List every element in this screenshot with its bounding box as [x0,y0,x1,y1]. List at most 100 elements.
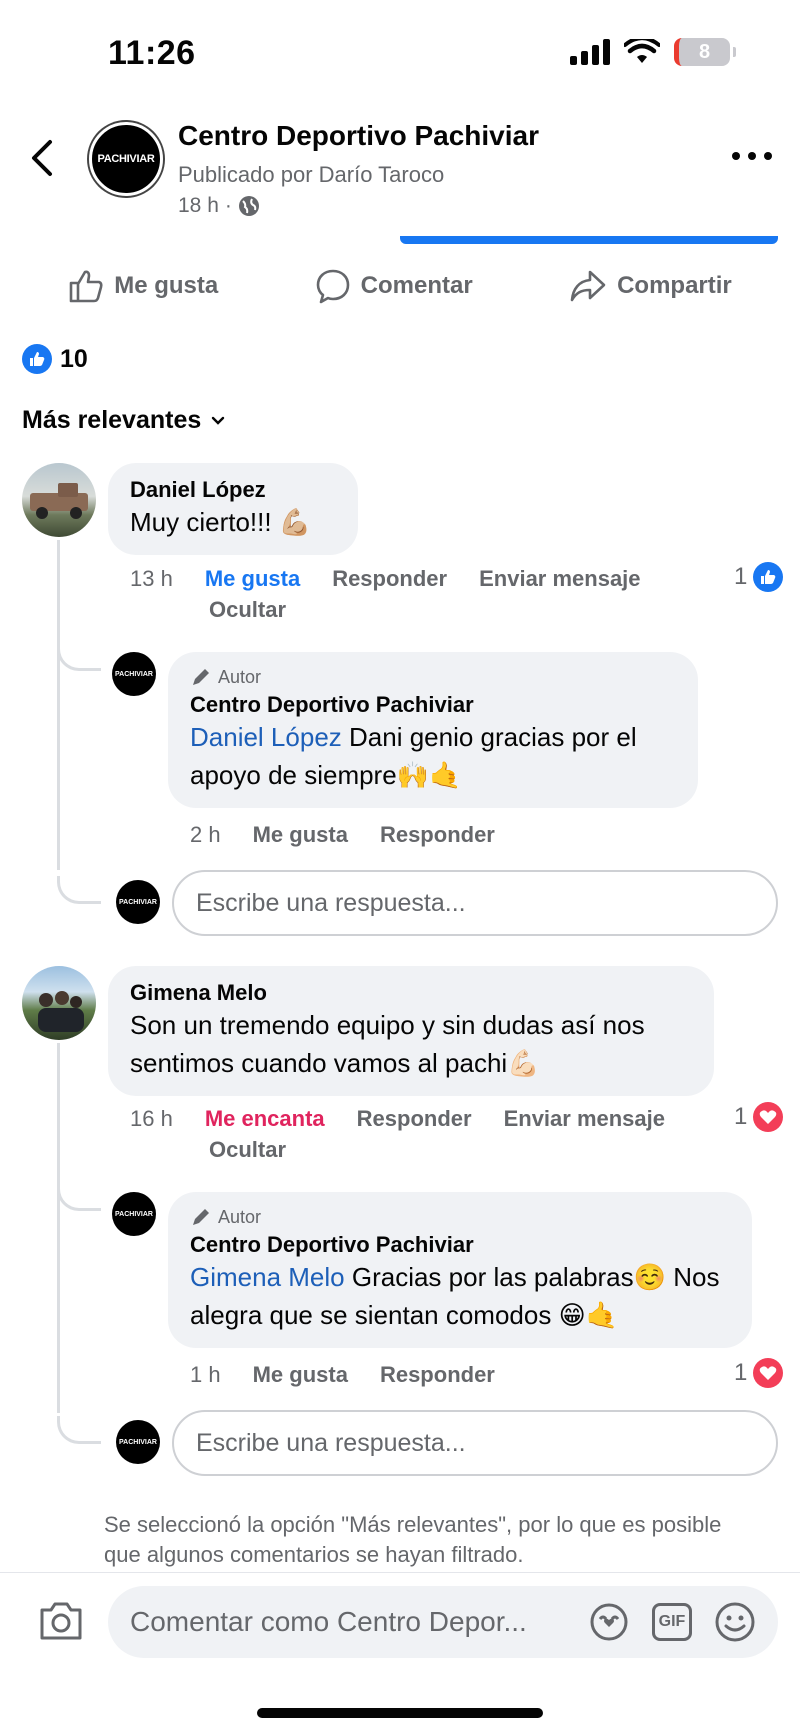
gif-icon[interactable]: GIF [652,1603,692,1641]
reply-input-avatar-logo: PACHIVIAR [119,1438,157,1446]
more-options-icon[interactable] [732,152,772,166]
comment-author[interactable]: Gimena Melo [130,980,692,1006]
reply-input[interactable]: Escribe una respuesta... [172,870,778,936]
composer-placeholder: Comentar como Centro Depor... [130,1606,527,1637]
comment-reaction-count[interactable]: 1 [734,562,784,592]
reply-avatar-logo: PACHIVIAR [115,670,153,678]
reply-avatar[interactable]: PACHIVIAR [112,652,156,696]
heart-reaction-icon [753,1358,784,1388]
reply-input-avatar: PACHIVIAR [116,880,160,924]
comment-meta: 16 h Me encanta Responder Enviar mensaje [130,1106,665,1132]
truck-photo-icon [30,483,88,519]
home-indicator [257,1708,543,1718]
comment-reaction-count[interactable]: 1 [734,1102,784,1132]
hide-comment-button[interactable]: Ocultar [209,597,286,623]
reply-reaction-count[interactable]: 1 [734,1358,784,1388]
back-arrow-icon[interactable] [26,136,62,180]
share-arrow-icon [570,270,606,302]
comment-time: 13 h [130,566,173,591]
like-button[interactable]: Me gusta [68,268,218,304]
reactions-summary[interactable]: 10 [22,344,88,374]
post-time: 18 h [178,194,219,217]
comment-composer[interactable]: Comentar como Centro Depor... GIF [108,1586,778,1658]
sort-label: Más relevantes [22,406,202,434]
pencil-icon [193,669,209,685]
page-logo-text: PACHIVIAR [97,153,155,165]
comment-author[interactable]: Daniel López [130,477,336,503]
like-reaction-icon [22,344,52,374]
thread-connector [57,1185,101,1211]
reply-author[interactable]: Centro Deportivo Pachiviar [190,1232,730,1258]
comment-reaction-number: 1 [734,1103,748,1130]
wifi-icon [624,39,660,63]
meta-separator: · [224,194,232,217]
sort-dropdown[interactable]: Más relevantes [22,406,225,435]
comment-time: 16 h [130,1106,173,1131]
reply-mention[interactable]: Daniel López [190,722,342,752]
send-message-button[interactable]: Enviar mensaje [479,566,640,592]
comment-bubble: Daniel López Muy cierto!!! 💪🏼 [108,463,358,555]
globe-icon [238,196,259,216]
avatar-sticker-icon[interactable] [588,1601,630,1643]
author-badge-label: Autor [218,1206,262,1227]
post-actions-bar: Me gusta Comentar Compartir [0,262,800,310]
published-by: Publicado por Darío Taroco [178,162,445,187]
reply-reply-button[interactable]: Responder [380,822,495,848]
reply-input-avatar-logo: PACHIVIAR [119,898,157,906]
thread-line [57,540,60,870]
share-label: Compartir [617,272,732,299]
reply-bubble: Autor Centro Deportivo Pachiviar Gimena … [168,1192,752,1348]
reply-avatar[interactable]: PACHIVIAR [112,1192,156,1236]
commenter-avatar[interactable] [22,966,96,1040]
comment-button[interactable]: Comentar [315,268,473,304]
reply-like-button[interactable]: Me gusta [253,822,348,848]
reply-reply-button[interactable]: Responder [380,1362,495,1388]
heart-reaction-icon [753,1102,784,1132]
emoji-icon[interactable] [714,1601,756,1643]
comment-hide-row: Ocultar [209,1137,286,1163]
comment-hide-row: Ocultar [209,597,286,623]
filter-notice: Se seleccionó la opción "Más relevantes"… [104,1512,722,1567]
comment-bubble-icon [316,269,349,304]
share-button[interactable]: Compartir [569,268,732,304]
reply-author[interactable]: Centro Deportivo Pachiviar [190,692,676,718]
author-badge-label: Autor [218,666,262,687]
reply-reaction-number: 1 [734,1359,748,1386]
reply-input-avatar: PACHIVIAR [116,1420,160,1464]
comment-reply-button[interactable]: Responder [332,566,447,592]
page-name[interactable]: Centro Deportivo Pachiviar [178,120,539,152]
comment-reply-button[interactable]: Responder [357,1106,472,1132]
status-time: 11:26 [108,34,196,72]
status-icons: 8 [570,38,736,66]
hide-comment-button[interactable]: Ocultar [209,1137,286,1163]
thread-line [57,1043,60,1413]
comment-text: Muy cierto!!! 💪🏼 [130,507,312,537]
commenter-avatar[interactable] [22,463,96,537]
reply-like-button[interactable]: Me gusta [253,1362,348,1388]
group-photo-icon [38,991,84,1032]
reply-input-placeholder: Escribe una respuesta... [196,888,466,917]
partial-button-edge [400,236,778,244]
thread-connector [57,645,101,671]
camera-icon[interactable] [38,1600,84,1642]
comment-reaction-number: 1 [734,563,748,590]
author-badge: Autor [190,666,676,688]
send-message-button[interactable]: Enviar mensaje [504,1106,665,1132]
comment-like-button[interactable]: Me gusta [205,566,300,592]
page-avatar[interactable]: PACHIVIAR [89,122,163,196]
reply-mention[interactable]: Gimena Melo [190,1262,345,1292]
like-reaction-icon [753,562,784,592]
comment-label: Comentar [360,272,473,299]
post-meta: 18 h · [178,194,260,218]
chevron-down-icon [212,416,225,425]
reply-input[interactable]: Escribe una respuesta... [172,1410,778,1476]
reply-meta: 1 h Me gusta Responder [190,1362,495,1388]
thread-connector [57,876,101,904]
signal-icon [570,39,610,65]
reply-time: 2 h [190,822,221,847]
thread-connector [57,1416,101,1444]
like-label: Me gusta [114,272,219,299]
comment-reaction-button[interactable]: Me encanta [205,1106,325,1132]
gif-label: GIF [658,1613,686,1630]
reaction-count: 10 [60,344,88,373]
